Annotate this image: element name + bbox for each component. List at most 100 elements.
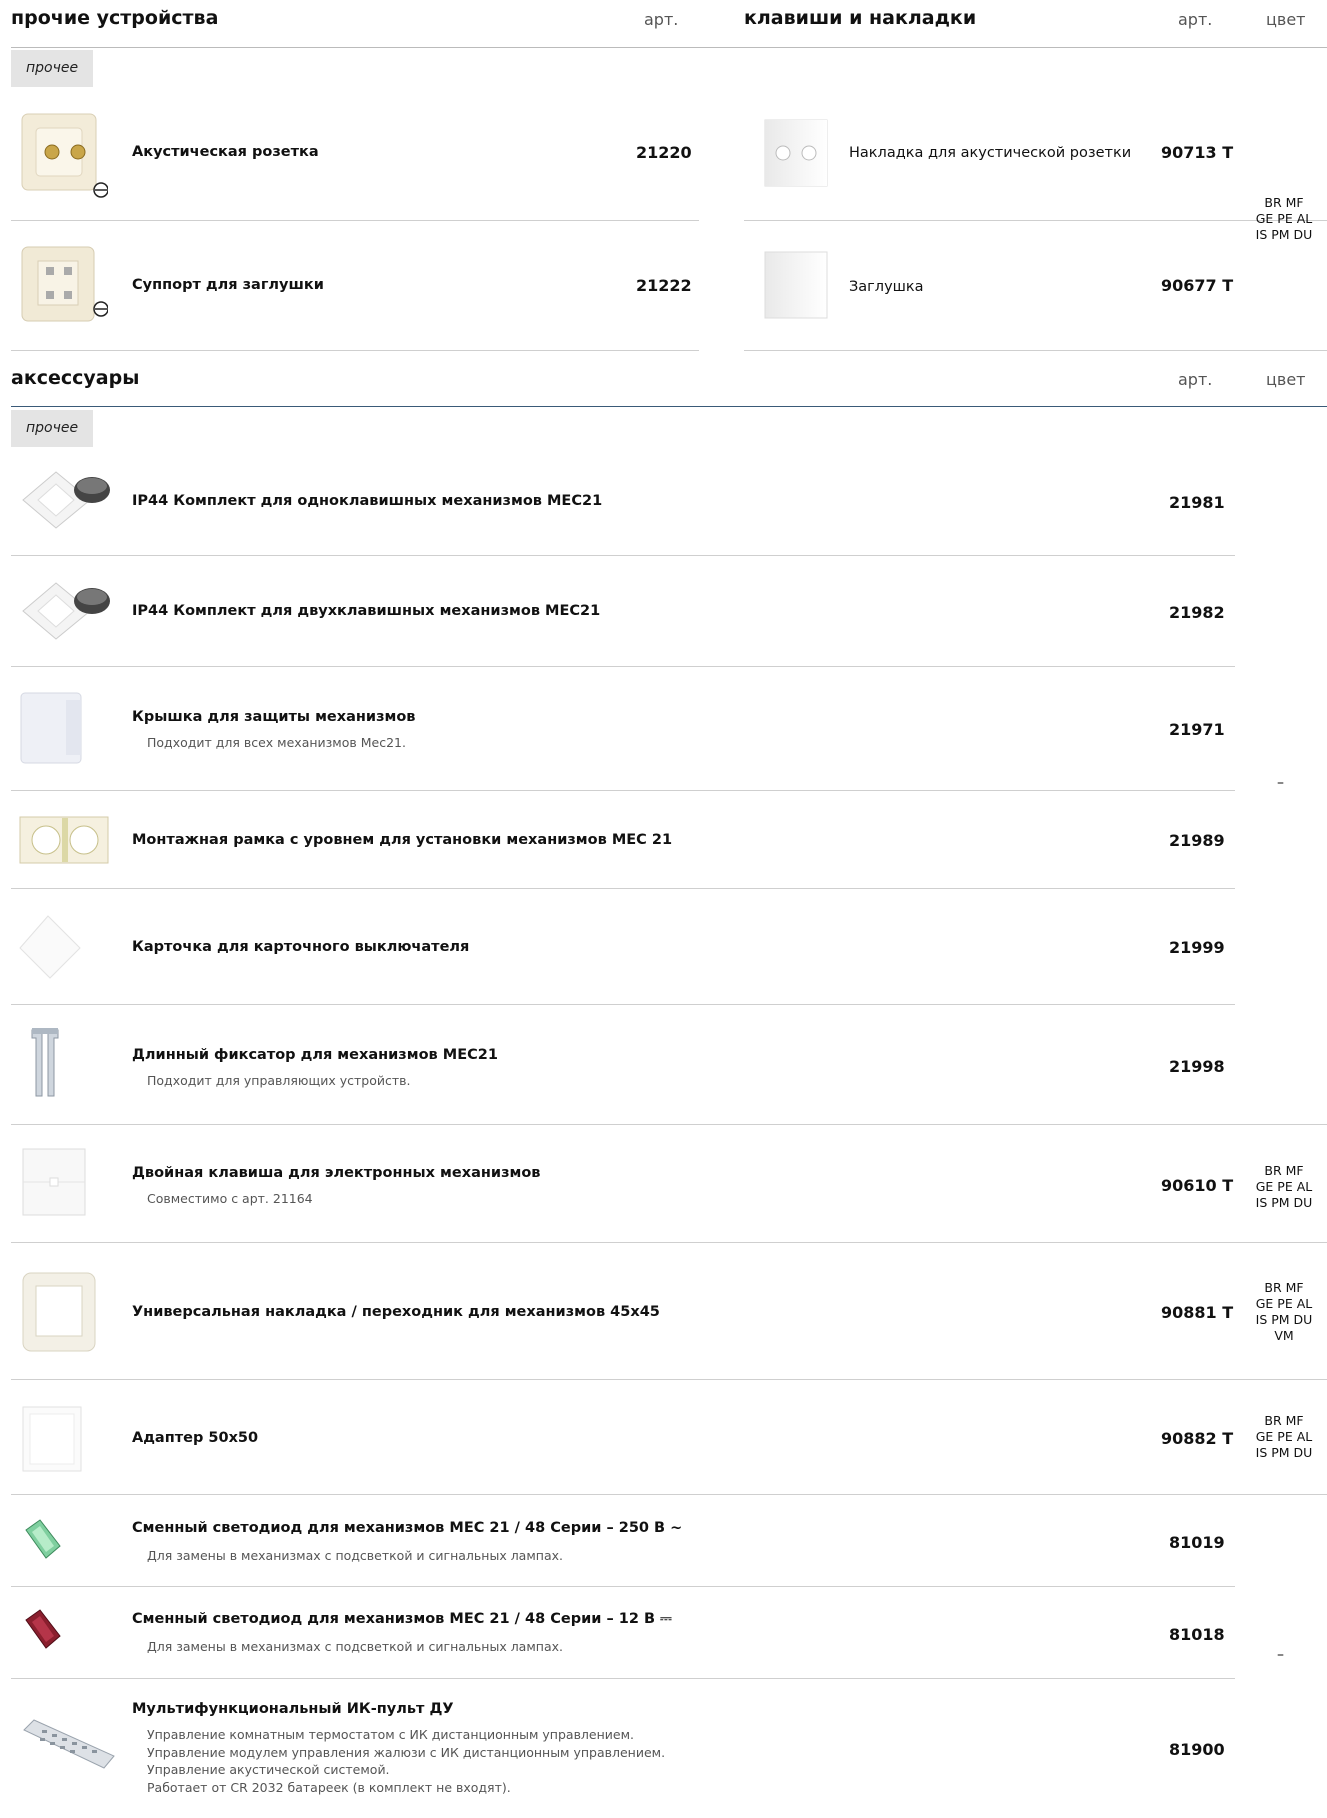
column-label-art: арт. xyxy=(644,10,679,29)
color-code-line: BR MF xyxy=(1264,1280,1304,1295)
led-red-image xyxy=(25,1609,61,1649)
product-name: Адаптер 50х50 xyxy=(132,1430,259,1446)
description-line: Управление комнатным термостатом с ИК ди… xyxy=(147,1727,635,1742)
double-rocker-image xyxy=(22,1148,86,1216)
column-label-art: арт. xyxy=(1178,10,1213,29)
color-codes: BR MF GE PE AL IS PM DU VM xyxy=(1249,1280,1319,1344)
product-name: Мультифункциональный ИК-пульт ДУ xyxy=(132,1701,454,1717)
product-description: Совместимо с арт. 21164 xyxy=(147,1191,313,1206)
color-code-line: GE PE AL xyxy=(1255,1429,1313,1444)
divider xyxy=(11,790,1235,791)
color-code-line: IS PM DU xyxy=(1255,1195,1313,1210)
product-name: Длинный фиксатор для механизмов MEC21 xyxy=(132,1047,498,1063)
color-codes: BR MF GE PE AL IS PM DU xyxy=(1249,1163,1319,1211)
divider xyxy=(11,47,1327,48)
article-number: 21998 xyxy=(1169,1057,1225,1076)
product-name: Суппорт для заглушки xyxy=(132,277,324,293)
section-divider xyxy=(11,406,1327,407)
column-label-art: арт. xyxy=(1178,370,1213,389)
color-codes: BR MF GE PE AL IS PM DU xyxy=(1249,1413,1319,1461)
article-number: 90881 T xyxy=(1161,1303,1234,1322)
description-line: Работает от CR 2032 батареек (в комплект… xyxy=(147,1779,511,1795)
color-code-line: IS PM DU xyxy=(1255,1445,1313,1460)
mounting-frame-image xyxy=(19,816,109,864)
section-title-keys-covers: клавиши и накладки xyxy=(744,7,977,29)
category-tag: прочее xyxy=(11,410,94,447)
column-label-color: цвет xyxy=(1266,10,1306,29)
divider xyxy=(11,1242,1327,1243)
article-number: 90610 T xyxy=(1161,1176,1234,1195)
divider xyxy=(11,1494,1327,1495)
color-code-line: IS PM DU xyxy=(1255,1312,1313,1327)
support-plug-image xyxy=(21,246,108,322)
divider xyxy=(11,1124,1327,1125)
product-name: Накладка для акустической розетки xyxy=(849,145,1132,161)
product-description: Управление комнатным термостатом с ИК ди… xyxy=(147,1726,665,1796)
article-number: 21981 xyxy=(1169,493,1225,512)
divider xyxy=(11,350,699,351)
product-description: Для замены в механизмах с подсветкой и с… xyxy=(147,1639,563,1654)
ip44-kit-single-image xyxy=(22,471,110,529)
product-name: Сменный светодиод для механизмов MEC 21 … xyxy=(132,1611,672,1627)
ip44-kit-double-image xyxy=(22,582,110,640)
divider xyxy=(744,220,1327,221)
article-number: 21220 xyxy=(636,143,692,162)
key-card-image xyxy=(19,915,81,979)
divider xyxy=(744,350,1327,351)
divider xyxy=(11,1004,1235,1005)
acoustic-cover-image xyxy=(764,119,828,187)
color-codes: BR MF GE PE AL IS PM DU xyxy=(1249,195,1319,243)
led-green-image xyxy=(25,1519,61,1559)
section-title-accessories: аксессуары xyxy=(11,367,140,389)
product-description: Подходит для всех механизмов Mec21. xyxy=(147,735,406,750)
color-code-line: VM xyxy=(1274,1328,1294,1343)
color-code-line: GE PE AL xyxy=(1255,211,1313,226)
column-label-color: цвет xyxy=(1266,370,1306,389)
divider xyxy=(11,1379,1327,1380)
article-number: 81900 xyxy=(1169,1740,1225,1759)
product-name: Акустическая розетка xyxy=(132,144,319,160)
article-number: 90677 T xyxy=(1161,276,1234,295)
article-number: 21999 xyxy=(1169,938,1225,957)
ir-remote-image xyxy=(23,1719,115,1769)
product-name: Сменный светодиод для механизмов MEC 21 … xyxy=(132,1520,683,1536)
adapter-50x50-image xyxy=(22,1406,82,1472)
no-color-dash: – xyxy=(1277,775,1284,791)
divider xyxy=(11,1678,1235,1679)
divider xyxy=(11,888,1235,889)
product-description: Для замены в механизмах с подсветкой и с… xyxy=(147,1548,563,1563)
section-title-other-devices: прочие устройства xyxy=(11,7,219,29)
color-code-line: GE PE AL xyxy=(1255,1179,1313,1194)
color-code-line: BR MF xyxy=(1264,1163,1304,1178)
article-number: 81019 xyxy=(1169,1533,1225,1552)
acoustic-socket-image xyxy=(21,113,108,198)
product-name: Заглушка xyxy=(849,279,924,295)
color-code-line: BR MF xyxy=(1264,195,1304,210)
description-line: Управление акустической системой. xyxy=(147,1762,390,1777)
description-line: Управление модулем управления жалюзи с И… xyxy=(147,1744,666,1760)
product-name: Монтажная рамка с уровнем для установки … xyxy=(132,832,673,848)
product-name: Универсальная накладка / переходник для … xyxy=(132,1304,660,1320)
color-code-line: BR MF xyxy=(1264,1413,1304,1428)
divider xyxy=(11,666,1235,667)
no-color-dash: – xyxy=(1277,1647,1284,1663)
article-number: 21222 xyxy=(636,276,692,295)
article-number: 21971 xyxy=(1169,720,1225,739)
product-name: Крышка для защиты механизмов xyxy=(132,709,416,725)
divider xyxy=(11,1586,1235,1587)
product-name: Карточка для карточного выключателя xyxy=(132,939,470,955)
color-code-line: GE PE AL xyxy=(1255,1296,1313,1311)
universal-adapter-image xyxy=(22,1272,96,1352)
article-number: 81018 xyxy=(1169,1625,1225,1644)
product-description: Подходит для управляющих устройств. xyxy=(147,1073,411,1088)
article-number: 21982 xyxy=(1169,603,1225,622)
product-name: Двойная клавиша для электронных механизм… xyxy=(132,1165,541,1181)
article-number: 21989 xyxy=(1169,831,1225,850)
divider xyxy=(11,555,1235,556)
product-name: IP44 Комплект для одноклавишных механизм… xyxy=(132,493,603,509)
article-number: 90882 T xyxy=(1161,1429,1234,1448)
color-code-line: IS PM DU xyxy=(1255,227,1313,242)
divider xyxy=(11,220,699,221)
long-clamp-image xyxy=(31,1028,59,1097)
protective-cover-image xyxy=(20,692,82,764)
